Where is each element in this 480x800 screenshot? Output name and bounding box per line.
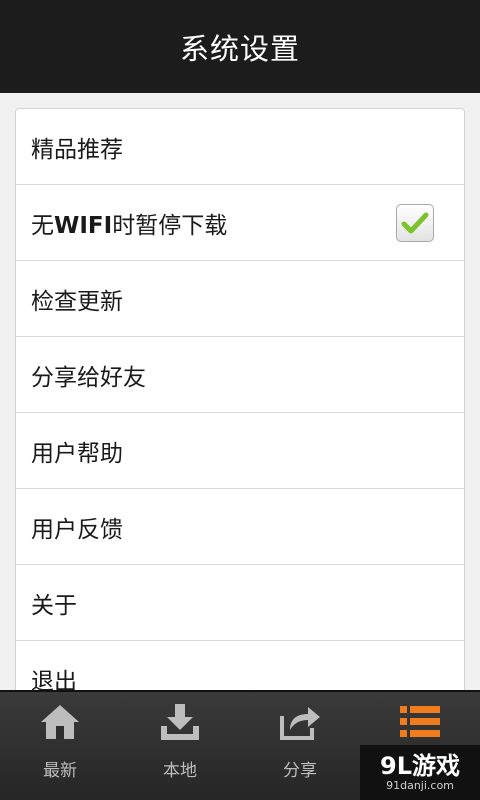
settings-item-label: 用户帮助 bbox=[31, 440, 123, 467]
settings-item-label: 分享给好友 bbox=[31, 364, 146, 391]
title-bar: 系统设置 bbox=[0, 0, 480, 93]
settings-item-exit[interactable]: 退出 bbox=[16, 641, 464, 690]
watermark-logo: 9L游戏 91danji.com bbox=[360, 745, 480, 800]
settings-item-label: 退出 bbox=[31, 669, 77, 690]
settings-scroll-area[interactable]: 精品推荐 无WIFI时暂停下载 检查更新 分享给好友 用户帮助 用户反馈 关于 … bbox=[0, 93, 480, 690]
settings-item-help[interactable]: 用户帮助 bbox=[16, 413, 464, 489]
home-icon bbox=[38, 702, 82, 742]
nav-item-latest[interactable]: 最新 bbox=[0, 692, 120, 800]
nav-label: 分享 bbox=[283, 761, 317, 781]
nav-label: 本地 bbox=[163, 761, 197, 781]
settings-item-wifi-pause[interactable]: 无WIFI时暂停下载 bbox=[16, 185, 464, 261]
nav-item-share[interactable]: 分享 bbox=[240, 692, 360, 800]
settings-item-label: 无WIFI时暂停下载 bbox=[31, 212, 228, 239]
settings-item-recommended[interactable]: 精品推荐 bbox=[16, 109, 464, 185]
settings-item-label: 关于 bbox=[31, 592, 77, 619]
nav-label: 最新 bbox=[43, 761, 77, 781]
settings-item-label: 精品推荐 bbox=[31, 136, 123, 163]
settings-item-feedback[interactable]: 用户反馈 bbox=[16, 489, 464, 565]
watermark-main: 9L游戏 bbox=[380, 751, 460, 780]
checkmark-icon bbox=[401, 212, 429, 233]
wifi-pause-checkbox[interactable] bbox=[396, 203, 434, 242]
watermark-sub: 91danji.com bbox=[386, 778, 454, 792]
share-icon bbox=[278, 702, 322, 742]
page-title: 系统设置 bbox=[179, 31, 300, 66]
settings-list: 精品推荐 无WIFI时暂停下载 检查更新 分享给好友 用户帮助 用户反馈 关于 … bbox=[15, 108, 465, 690]
settings-item-about[interactable]: 关于 bbox=[16, 565, 464, 641]
list-menu-icon bbox=[398, 702, 442, 742]
settings-item-check-update[interactable]: 检查更新 bbox=[16, 261, 464, 337]
settings-item-label: 用户反馈 bbox=[31, 516, 123, 543]
settings-item-label: 检查更新 bbox=[31, 288, 123, 315]
download-icon bbox=[158, 702, 202, 742]
settings-item-share-friends[interactable]: 分享给好友 bbox=[16, 337, 464, 413]
nav-item-local[interactable]: 本地 bbox=[120, 692, 240, 800]
